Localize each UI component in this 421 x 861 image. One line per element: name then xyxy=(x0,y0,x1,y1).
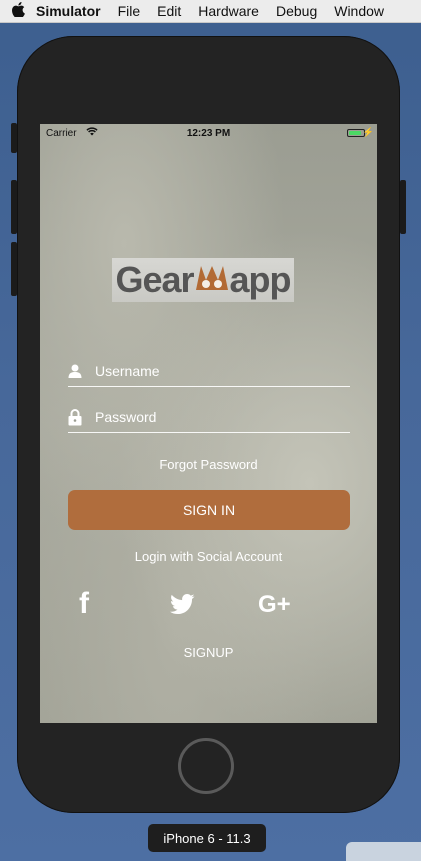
signup-link[interactable]: SIGNUP xyxy=(40,645,377,660)
battery-level xyxy=(349,131,361,135)
twitter-icon[interactable] xyxy=(170,594,195,619)
menu-simulator[interactable]: Simulator xyxy=(36,3,101,19)
google-plus-icon[interactable]: G+ xyxy=(258,591,291,619)
logo-mark-icon xyxy=(194,259,230,301)
volume-up-button xyxy=(11,180,17,234)
status-bar: Carrier 12:23 PM ⚡ xyxy=(40,124,377,144)
app-logo: Gear app xyxy=(112,258,294,302)
status-time: 12:23 PM xyxy=(186,128,231,139)
sign-in-button[interactable]: SIGN IN xyxy=(68,490,350,530)
sign-in-label: SIGN IN xyxy=(182,502,236,518)
social-login-title: Login with Social Account xyxy=(134,549,283,564)
lock-icon xyxy=(68,408,95,426)
home-button[interactable] xyxy=(178,738,234,794)
username-field[interactable] xyxy=(68,356,350,387)
phone-screen: Carrier 12:23 PM ⚡ Gear app Forgot Passw… xyxy=(40,124,377,723)
volume-down-button xyxy=(11,242,17,296)
facebook-icon[interactable]: f xyxy=(79,587,89,621)
dock-edge xyxy=(346,842,421,861)
user-icon xyxy=(68,364,95,378)
mute-switch xyxy=(11,123,17,153)
logo-text-gear: Gear xyxy=(115,259,194,300)
forgot-password-link[interactable]: Forgot Password xyxy=(40,457,377,472)
menu-edit[interactable]: Edit xyxy=(157,3,181,19)
logo-text-app: app xyxy=(229,259,292,300)
password-input[interactable] xyxy=(95,409,335,425)
password-field[interactable] xyxy=(68,402,350,433)
menu-hardware[interactable]: Hardware xyxy=(198,3,259,19)
charging-bolt-icon: ⚡ xyxy=(362,127,374,137)
power-button xyxy=(400,180,406,234)
device-label: iPhone 6 - 11.3 xyxy=(148,824,266,852)
username-input[interactable] xyxy=(95,363,335,379)
menu-bar: Simulator File Edit Hardware Debug Windo… xyxy=(0,0,421,23)
apple-icon[interactable] xyxy=(0,1,36,21)
menu-debug[interactable]: Debug xyxy=(276,3,317,19)
menu-window[interactable]: Window xyxy=(334,3,384,19)
menu-file[interactable]: File xyxy=(118,3,141,19)
